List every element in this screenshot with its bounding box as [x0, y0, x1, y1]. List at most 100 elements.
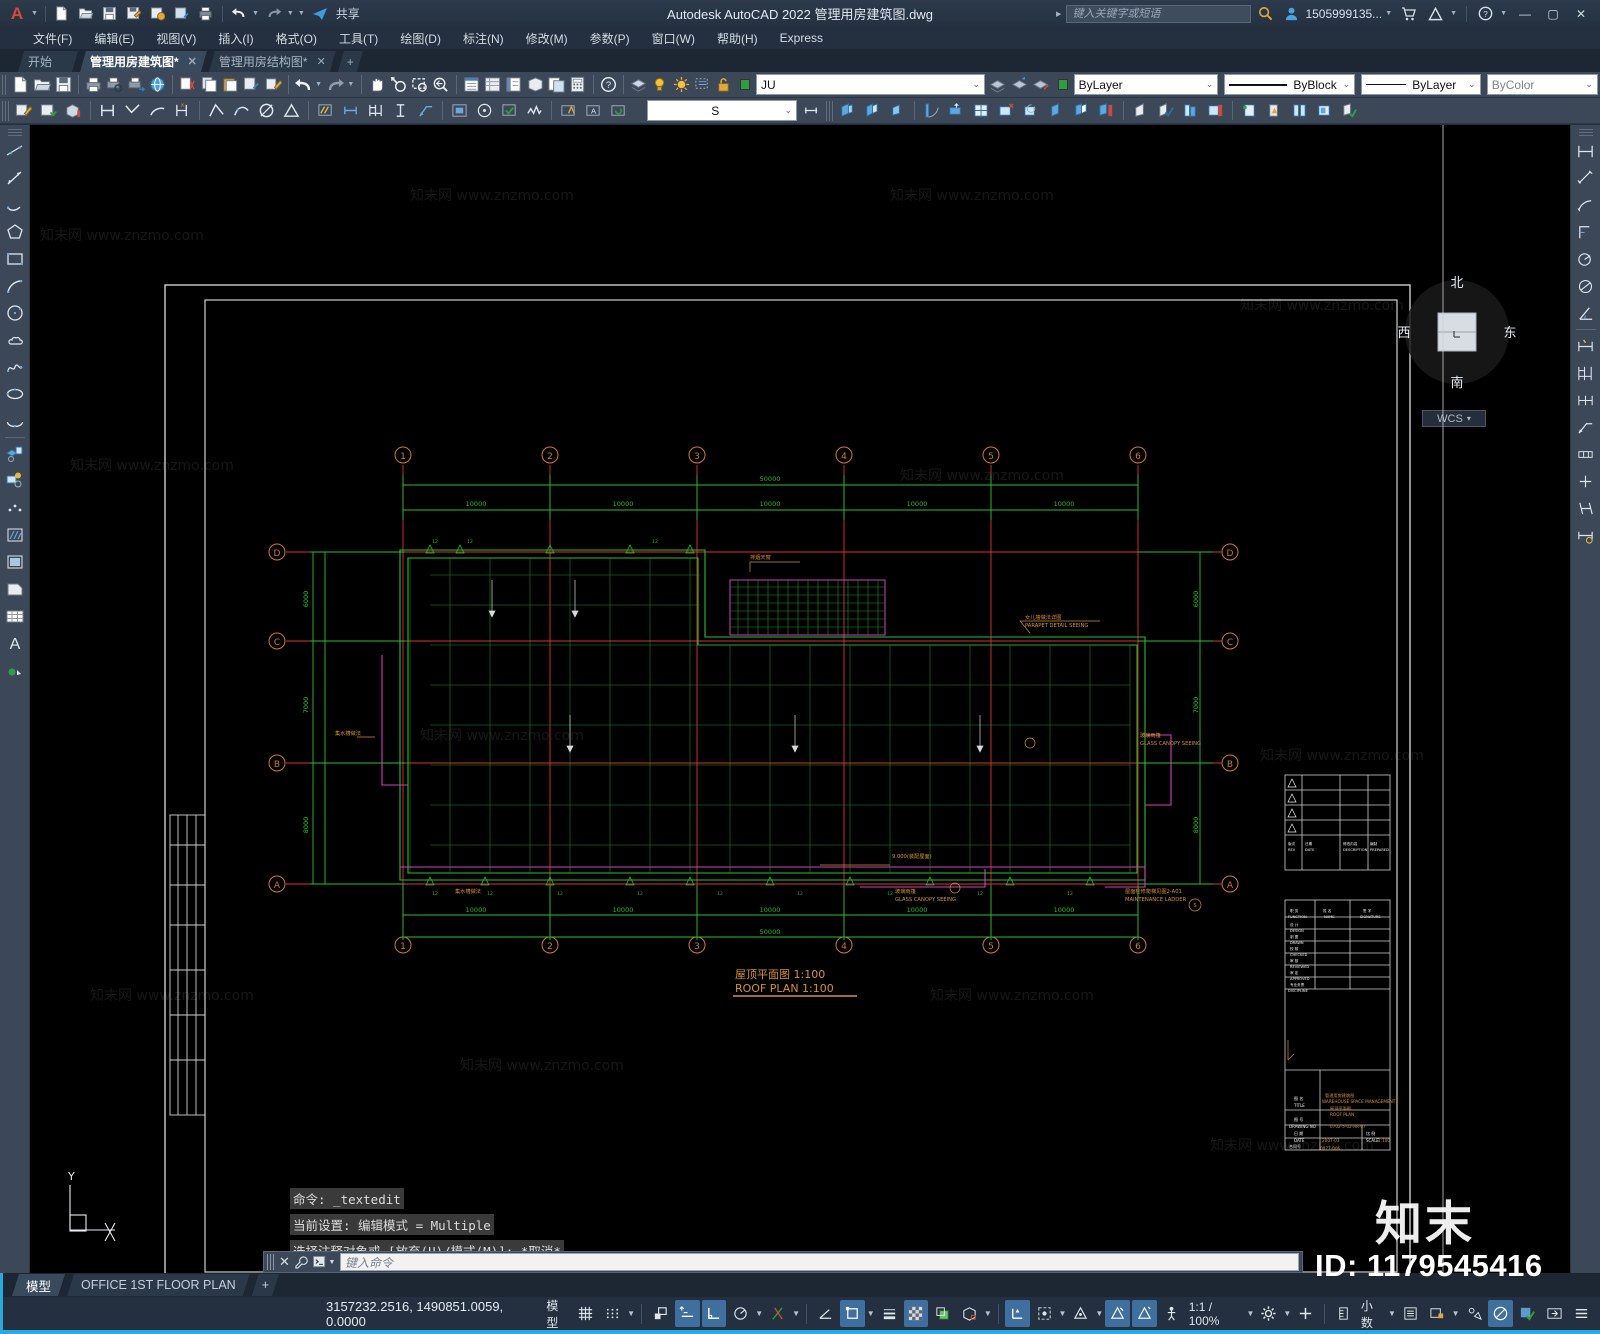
app-dropdown-icon[interactable]: ▼ — [1450, 10, 1457, 17]
dim-style-icon[interactable] — [1573, 522, 1599, 548]
dim-angular-icon[interactable] — [1573, 300, 1599, 326]
file-tab-start[interactable]: 开始 — [18, 51, 78, 72]
line-icon[interactable] — [96, 100, 119, 122]
layer-lock-icon[interactable] — [714, 74, 733, 96]
pan-icon[interactable] — [367, 74, 386, 96]
edit-attribute-icon[interactable] — [12, 100, 35, 122]
construction-line-icon[interactable]: X — [171, 100, 194, 122]
share-icon[interactable] — [309, 3, 331, 25]
layer-match-icon[interactable] — [1031, 74, 1050, 96]
point-icon[interactable] — [2, 495, 28, 521]
clean-screen-icon[interactable] — [1542, 1300, 1567, 1327]
gradient-icon[interactable] — [2, 549, 28, 575]
layer-isolate-icon[interactable] — [693, 74, 712, 96]
annotation-dropdown-icon[interactable]: ▼ — [1094, 1309, 1104, 1318]
chevron-down-icon[interactable]: ⌄ — [1579, 79, 1593, 90]
color-control-dropdown[interactable]: ByLayer ⌄ — [1073, 74, 1219, 95]
new-tab-button[interactable]: + — [338, 51, 363, 72]
dim-baseline-icon[interactable] — [1573, 360, 1599, 386]
text-style-dropdown[interactable]: S ⌄ — [647, 100, 797, 121]
redo-dropdown-icon[interactable]: ▼ — [287, 10, 294, 17]
dim-baseline-icon[interactable] — [364, 100, 387, 122]
menu-file[interactable]: 文件(F) — [22, 28, 83, 49]
elevation-symbol-icon[interactable] — [1263, 100, 1286, 122]
help-icon[interactable]: ? — [1474, 3, 1496, 25]
zoom-realtime-icon[interactable] — [389, 74, 408, 96]
3dosnap-icon[interactable] — [839, 1300, 865, 1327]
linetype-control-dropdown[interactable]: ByBlock ⌄ — [1224, 74, 1356, 95]
text-icon[interactable]: A — [582, 100, 605, 122]
wall-edit-icon[interactable] — [861, 100, 884, 122]
tool-palettes-icon[interactable] — [504, 74, 523, 96]
undo-dropdown-icon[interactable]: ▼ — [315, 81, 322, 88]
menu-dimension[interactable]: 标注(N) — [452, 28, 515, 49]
model-space-label[interactable]: 模型 — [542, 1297, 572, 1331]
arc-icon[interactable] — [2, 273, 28, 299]
mtext-icon[interactable] — [557, 100, 580, 122]
section-symbol-icon[interactable] — [1288, 100, 1311, 122]
cart-icon[interactable] — [1398, 3, 1420, 25]
redo-icon[interactable] — [326, 74, 345, 96]
window-delete-icon[interactable] — [995, 100, 1018, 122]
spline-icon[interactable] — [205, 100, 228, 122]
dim-linear-icon[interactable] — [339, 100, 362, 122]
dim-aligned-icon[interactable] — [1573, 165, 1599, 191]
dim-linear-icon[interactable] — [1573, 138, 1599, 164]
zoom-previous-icon[interactable] — [431, 74, 450, 96]
search-expand-icon[interactable]: ▶ — [1056, 10, 1061, 18]
block-palette-icon[interactable] — [526, 74, 545, 96]
hatch-icon[interactable] — [2, 522, 28, 548]
infer-constraints-icon[interactable] — [648, 1300, 673, 1327]
layer-make-current-icon[interactable] — [1009, 74, 1028, 96]
polygon-icon[interactable] — [2, 219, 28, 245]
sheetset-icon[interactable] — [547, 74, 566, 96]
door-move-icon[interactable] — [945, 100, 968, 122]
open-icon[interactable] — [32, 74, 51, 96]
chevron-down-icon[interactable]: ⌄ — [1337, 79, 1351, 90]
user-account-icon[interactable] — [1280, 3, 1302, 25]
autocad-logo-icon[interactable]: A — [4, 2, 30, 26]
layer-previous-icon[interactable] — [988, 74, 1007, 96]
dim-radius-icon[interactable] — [1573, 246, 1599, 272]
snap-icon[interactable] — [600, 1300, 625, 1327]
quick-properties-icon[interactable] — [1398, 1300, 1423, 1327]
tolerance-icon[interactable] — [1573, 441, 1599, 467]
layout-tab-office-1st-floor-plan[interactable]: OFFICE 1ST FLOOR PLAN — [67, 1274, 250, 1296]
polar-dropdown-icon[interactable]: ▼ — [754, 1309, 764, 1318]
3dosnap-dropdown-icon[interactable]: ▼ — [866, 1309, 876, 1318]
save-icon[interactable] — [99, 3, 121, 25]
dim-leader-icon[interactable] — [414, 100, 437, 122]
column-icon[interactable] — [1045, 100, 1068, 122]
revision-cloud-icon[interactable] — [2, 327, 28, 353]
detail-symbol-icon[interactable] — [1313, 100, 1336, 122]
layer-on-icon[interactable] — [650, 74, 669, 96]
transparency-control-dropdown[interactable]: ByColor ⌄ — [1486, 74, 1598, 95]
center-mark-icon[interactable] — [1573, 468, 1599, 494]
new-file-icon[interactable] — [51, 3, 73, 25]
toolbar-grip[interactable] — [2, 100, 9, 121]
properties-icon[interactable] — [461, 74, 480, 96]
axis-label-icon[interactable] — [1238, 100, 1261, 122]
plot-to-file-icon[interactable] — [127, 74, 146, 96]
region-icon[interactable] — [2, 576, 28, 602]
leader-icon[interactable] — [1573, 414, 1599, 440]
chevron-down-icon[interactable]: ⌄ — [778, 105, 792, 116]
polar-tracking-icon[interactable] — [728, 1300, 753, 1327]
minimize-button[interactable]: — — [1512, 2, 1538, 26]
designcenter-icon[interactable] — [483, 74, 502, 96]
block-attribute-icon[interactable] — [37, 100, 60, 122]
units-label[interactable]: 小数 — [1357, 1297, 1387, 1331]
line-icon[interactable] — [2, 165, 28, 191]
gear-icon[interactable] — [1256, 1300, 1281, 1327]
paste-icon[interactable] — [221, 74, 240, 96]
search-icon[interactable] — [1254, 3, 1276, 25]
command-prompt-icon[interactable]: ▼ — [310, 1255, 338, 1269]
annotation-scale-sync-icon[interactable] — [1105, 1300, 1131, 1327]
units-icon[interactable] — [1331, 1300, 1356, 1327]
help-icon[interactable]: ? — [598, 74, 617, 96]
search-input[interactable]: 键入关键字或短语 — [1066, 4, 1252, 23]
railing-icon[interactable] — [1204, 100, 1227, 122]
command-bar[interactable]: ✕ ▼ 键入命令 — [263, 1251, 1303, 1273]
coordinates-display[interactable]: 3157232.2516, 1490851.0059, 0.0000 — [312, 1299, 542, 1329]
door-icon[interactable] — [920, 100, 943, 122]
